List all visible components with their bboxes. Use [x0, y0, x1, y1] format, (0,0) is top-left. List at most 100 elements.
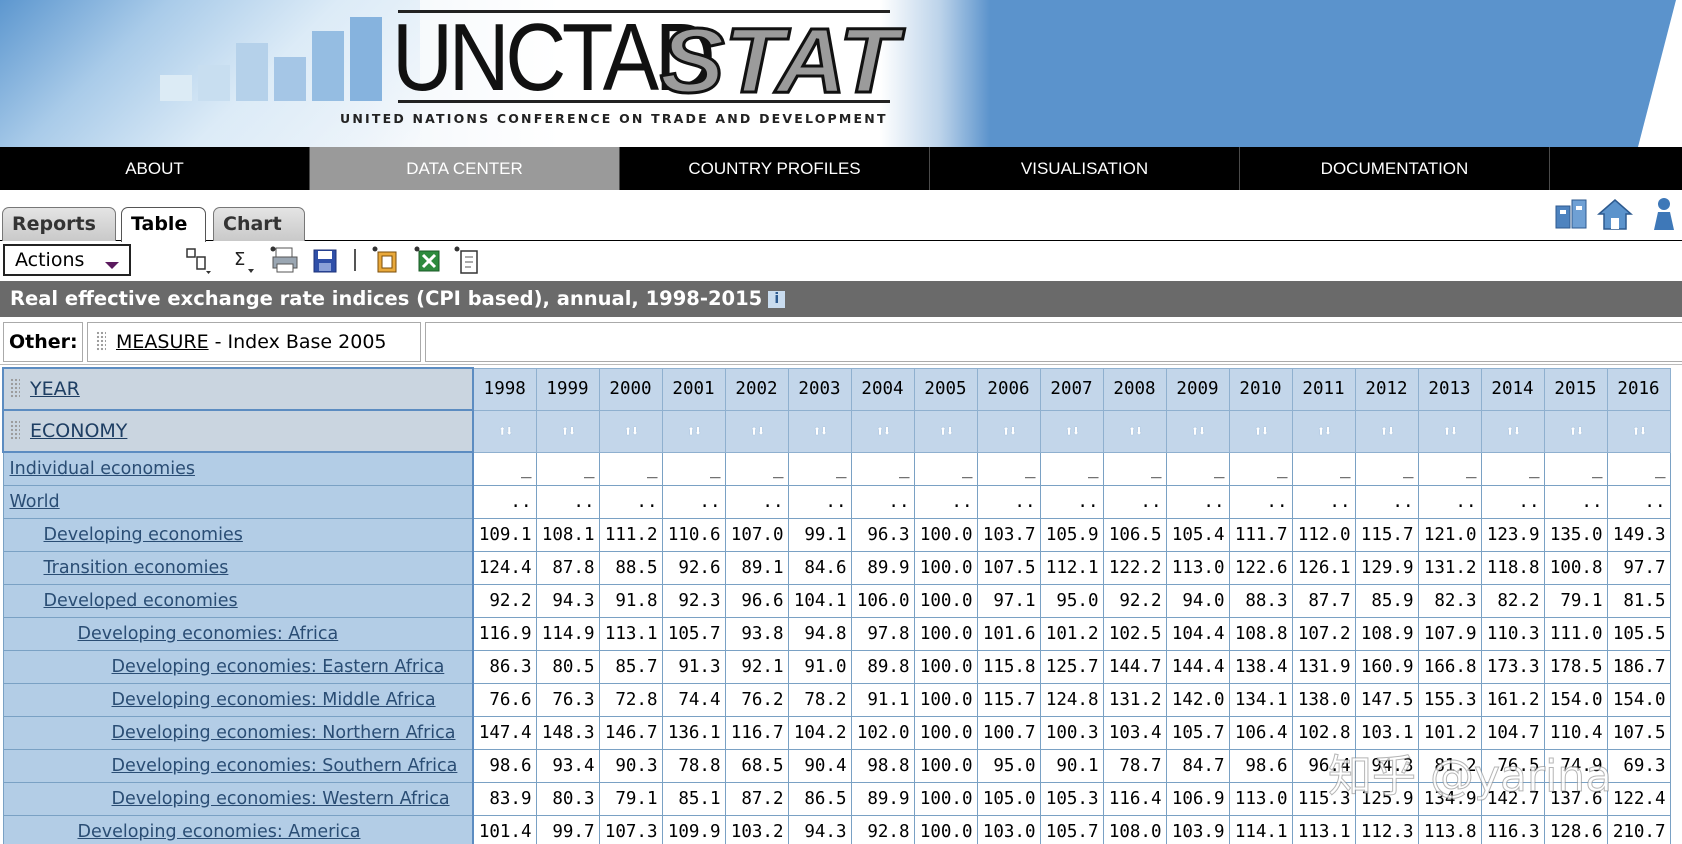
- economy-link[interactable]: Developing economies: Eastern Africa: [112, 657, 445, 677]
- table-cell: 92.2: [1102, 583, 1167, 618]
- sum-icon[interactable]: Σ: [230, 245, 260, 275]
- table-cell: 99.1: [787, 517, 852, 552]
- sort-arrows-icon[interactable]: ⬆⬇: [787, 409, 852, 453]
- economy-link[interactable]: Developed economies: [44, 591, 238, 611]
- table-cell: 100.0: [913, 517, 978, 552]
- table-cell: _: [598, 451, 663, 486]
- sort-arrows-icon[interactable]: ⬆⬇: [661, 409, 726, 453]
- actions-dropdown[interactable]: Actions: [3, 244, 131, 276]
- print-icon[interactable]: [270, 245, 300, 275]
- economy-link[interactable]: Developing economies: America: [78, 822, 361, 842]
- export-file-icon[interactable]: [454, 245, 484, 275]
- table-cell: ..: [472, 484, 537, 519]
- drag-handle-icon[interactable]: [10, 420, 20, 440]
- row-dim-economy[interactable]: ECONOMY: [2, 409, 474, 453]
- table-cell: 78.7: [1102, 748, 1167, 783]
- table-cell: 111.7: [1228, 517, 1293, 552]
- sort-arrows-icon[interactable]: ⬆⬇: [1291, 409, 1356, 453]
- table-cell: _: [1480, 451, 1545, 486]
- sort-arrows-icon[interactable]: ⬆⬇: [1165, 409, 1230, 453]
- measure-filter[interactable]: MEASURE - Index Base 2005: [87, 322, 421, 362]
- nav-visualisation[interactable]: VISUALISATION: [930, 147, 1240, 190]
- economy-link[interactable]: Developing economies: Northern Africa: [112, 723, 456, 743]
- economy-link[interactable]: Developing economies: Southern Africa: [112, 756, 458, 776]
- row-header: Developed economies: [2, 583, 474, 618]
- table-cell: _: [1606, 451, 1671, 486]
- tab-reports[interactable]: Reports: [2, 207, 116, 241]
- table-cell: 124.8: [1039, 682, 1104, 717]
- sort-arrows-icon[interactable]: ⬆⬇: [1354, 409, 1419, 453]
- table-cell: 103.1: [1354, 715, 1419, 750]
- nav-overflow[interactable]: [1550, 147, 1682, 190]
- table-cell: 90.1: [1039, 748, 1104, 783]
- export-report-icon[interactable]: [372, 245, 402, 275]
- table-cell: 89.9: [850, 781, 915, 816]
- sort-arrows-icon[interactable]: ⬆⬇: [1543, 409, 1608, 453]
- table-cell: 107.3: [598, 814, 663, 844]
- nav-country-profiles[interactable]: COUNTRY PROFILES: [620, 147, 930, 190]
- drag-handle-icon[interactable]: [96, 331, 106, 351]
- nav-documentation[interactable]: DOCUMENTATION: [1240, 147, 1550, 190]
- sort-arrows-icon[interactable]: ⬆⬇: [1228, 409, 1293, 453]
- table-row: Developing economies: Africa 116.9 114.9 11…: [2, 616, 1671, 651]
- table-cell: 88.3: [1228, 583, 1293, 618]
- table-cell: 155.3: [1417, 682, 1482, 717]
- sort-arrows-icon[interactable]: ⬆⬇: [1480, 409, 1545, 453]
- sort-arrows-icon[interactable]: ⬆⬇: [472, 409, 537, 453]
- top-right-icons: [1552, 196, 1682, 236]
- sort-arrows-icon[interactable]: ⬆⬇: [598, 409, 663, 453]
- table-cell: 79.1: [598, 781, 663, 816]
- sort-arrows-icon[interactable]: ⬆⬇: [1606, 409, 1671, 453]
- table-cell: 131.9: [1291, 649, 1356, 684]
- table-cell: 89.1: [724, 550, 789, 585]
- logo-bar-6: [350, 17, 382, 101]
- economy-link[interactable]: Transition economies: [44, 558, 229, 578]
- table-cell: 104.2: [787, 715, 852, 750]
- economy-link[interactable]: Developing economies: Africa: [78, 624, 339, 644]
- tab-chart[interactable]: Chart: [213, 207, 305, 241]
- table-cell: 112.0: [1291, 517, 1356, 552]
- nav-about[interactable]: ABOUT: [0, 147, 310, 190]
- info-icon[interactable]: i: [768, 291, 786, 308]
- table-cell: 108.9: [1354, 616, 1419, 651]
- economy-link[interactable]: Developing economies: [44, 525, 243, 545]
- sort-arrows-icon[interactable]: ⬆⬇: [535, 409, 600, 453]
- export-excel-icon[interactable]: [414, 245, 444, 275]
- table-cell: 107.0: [724, 517, 789, 552]
- sort-arrows-icon[interactable]: ⬆⬇: [1102, 409, 1167, 453]
- year-dimension-link[interactable]: YEAR: [30, 378, 80, 400]
- table-cell: 144.4: [1165, 649, 1230, 684]
- report-title: Real effective exchange rate indices (CP…: [10, 287, 763, 310]
- table-cell: 106.9: [1165, 781, 1230, 816]
- table-cell: _: [661, 451, 726, 486]
- measure-link[interactable]: MEASURE: [116, 331, 209, 353]
- economy-link[interactable]: Developing economies: Middle Africa: [112, 690, 436, 710]
- save-icon[interactable]: [310, 245, 340, 275]
- user-icon[interactable]: [1644, 196, 1682, 232]
- home-icon[interactable]: [1596, 196, 1634, 232]
- table-cell: 69.3: [1606, 748, 1671, 783]
- sort-arrows-icon[interactable]: ⬆⬇: [724, 409, 789, 453]
- metadata-icon[interactable]: [1552, 196, 1590, 232]
- sort-arrows-icon[interactable]: ⬆⬇: [1417, 409, 1482, 453]
- table-cell: 92.8: [850, 814, 915, 844]
- table-cell: 76.2: [724, 682, 789, 717]
- pivot-icon[interactable]: [184, 245, 214, 275]
- table-cell: 112.1: [1039, 550, 1104, 585]
- table-cell: 87.2: [724, 781, 789, 816]
- other-dropzone[interactable]: [425, 322, 1682, 362]
- sort-arrows-icon[interactable]: ⬆⬇: [850, 409, 915, 453]
- sort-arrows-icon[interactable]: ⬆⬇: [1039, 409, 1104, 453]
- row-dim-year[interactable]: YEAR: [2, 367, 474, 411]
- economy-link[interactable]: Developing economies: Western Africa: [112, 789, 450, 809]
- tab-table[interactable]: Table: [121, 207, 206, 242]
- nav-data-center[interactable]: DATA CENTER: [310, 147, 620, 190]
- sort-arrows-icon[interactable]: ⬆⬇: [913, 409, 978, 453]
- sort-arrows-icon[interactable]: ⬆⬇: [976, 409, 1041, 453]
- economy-dimension-link[interactable]: ECONOMY: [30, 420, 127, 442]
- drag-handle-icon[interactable]: [10, 378, 20, 398]
- row-header: Developing economies: Northern Africa: [2, 715, 474, 750]
- economy-link[interactable]: World: [10, 492, 60, 512]
- main-nav: ABOUT DATA CENTER COUNTRY PROFILES VISUA…: [0, 147, 1682, 190]
- economy-link[interactable]: Individual economies: [10, 459, 195, 479]
